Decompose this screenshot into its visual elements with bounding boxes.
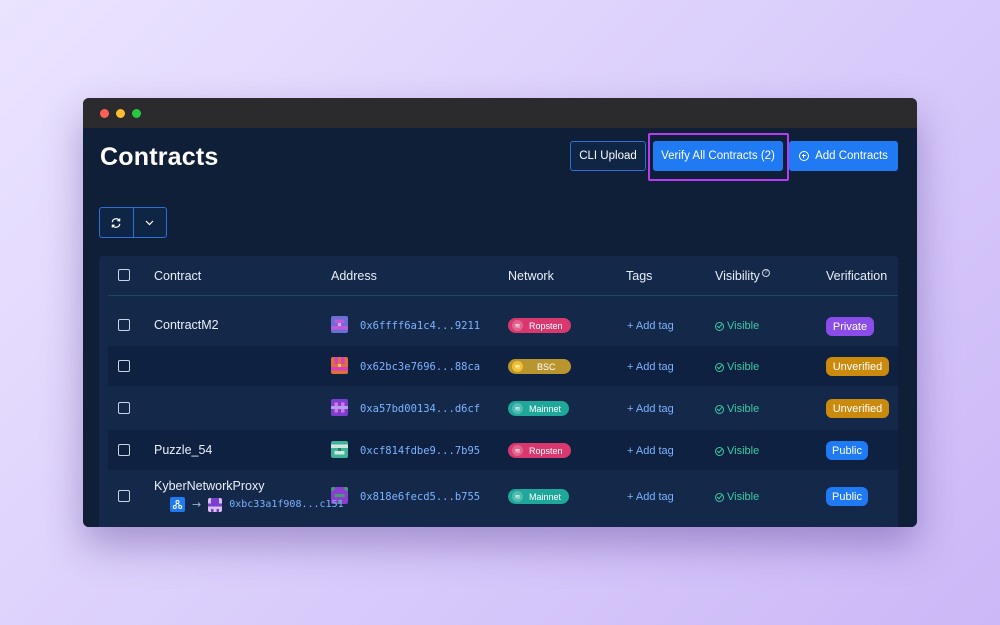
refresh-icon	[111, 217, 121, 228]
row-checkbox[interactable]	[118, 319, 130, 331]
proxy-address-avatar	[208, 497, 223, 512]
row-checkbox[interactable]	[118, 490, 130, 502]
visibility-status: Visible	[715, 445, 759, 457]
verification-badge: Private	[826, 317, 874, 336]
check-circle-icon	[715, 492, 724, 502]
visibility-status: Visible	[715, 320, 759, 332]
address-avatar	[331, 441, 348, 458]
header-verification: Verification	[826, 269, 888, 283]
network-badge: ≋ Mainnet	[508, 401, 570, 416]
maximize-window-button[interactable]	[132, 108, 141, 118]
minimize-window-button[interactable]	[116, 108, 125, 118]
verification-badge: Unverified	[826, 399, 889, 418]
address-avatar	[331, 357, 348, 374]
header-tags: Tags	[626, 269, 653, 283]
header-address: Address	[331, 269, 377, 283]
contract-address[interactable]: 0xcf814fdbe9...7b95	[360, 445, 480, 457]
contract-name[interactable]: Puzzle_54	[154, 443, 212, 457]
add-tag-link[interactable]: + Add tag	[627, 445, 674, 457]
row-checkbox[interactable]	[118, 444, 130, 456]
proxy-implementation: → 0xbc33a1f908...c151	[170, 497, 344, 512]
table-row[interactable]: 0x62bc3e7696...88ca ≋ BSC + Add tag Visib…	[108, 346, 898, 386]
contract-address[interactable]: 0x818e6fecd5...b755	[360, 491, 480, 503]
add-contracts-label: Add Contracts	[815, 150, 888, 162]
network-icon: ≋	[512, 320, 523, 331]
network-badge: ≋ BSC	[508, 359, 571, 374]
proxy-address[interactable]: 0xbc33a1f908...c151	[229, 499, 343, 510]
close-window-button[interactable]	[100, 108, 109, 118]
add-tag-link[interactable]: + Add tag	[627, 320, 674, 332]
add-tag-link[interactable]: + Add tag	[627, 361, 674, 373]
contract-address[interactable]: 0xa57bd00134...d6cf	[360, 403, 480, 415]
address-avatar	[331, 399, 348, 416]
add-tag-link[interactable]: + Add tag	[627, 491, 674, 503]
header-visibility: Visibility?	[715, 269, 770, 283]
chevron-down-icon	[145, 220, 154, 225]
table-row[interactable]: KyberNetworkProxy 0x818e6fecd5...b755 ≋ M…	[108, 470, 898, 527]
page-title: Contracts	[100, 143, 219, 171]
title-bar	[83, 98, 917, 128]
verify-all-contracts-button[interactable]: Verify All Contracts (2)	[653, 141, 783, 171]
table-row[interactable]: 0xa57bd00134...d6cf ≋ Mainnet + Add tag V…	[108, 386, 898, 430]
visibility-status: Visible	[715, 403, 759, 415]
check-circle-icon	[715, 446, 724, 456]
check-circle-icon	[715, 362, 724, 372]
contracts-table: Contract Address Network Tags Visibility…	[99, 256, 898, 527]
network-badge: ≋ Ropsten	[508, 318, 571, 333]
verification-badge: Unverified	[826, 357, 889, 376]
contract-address[interactable]: 0x62bc3e7696...88ca	[360, 361, 480, 373]
add-contracts-button[interactable]: Add Contracts	[789, 141, 898, 171]
proxy-icon	[170, 497, 185, 512]
visibility-status: Visible	[715, 491, 759, 503]
cli-upload-button[interactable]: CLI Upload	[570, 141, 646, 171]
row-checkbox[interactable]	[118, 360, 130, 372]
refresh-options-dropdown[interactable]	[134, 208, 167, 237]
table-header: Contract Address Network Tags Visibility…	[108, 256, 898, 296]
select-all-checkbox[interactable]	[118, 269, 130, 281]
header-contract: Contract	[154, 269, 202, 283]
network-icon: ≋	[512, 361, 523, 372]
contract-name[interactable]: KyberNetworkProxy	[154, 479, 264, 493]
row-checkbox[interactable]	[118, 402, 130, 414]
arrow-right-icon: →	[192, 498, 202, 511]
info-icon: ?	[761, 269, 770, 277]
table-row[interactable]: Puzzle_54 0xcf814fdbe9...7b95 ≋ Ropsten +…	[108, 430, 898, 470]
verification-badge: Public	[826, 487, 868, 506]
address-avatar	[331, 316, 348, 333]
contract-address[interactable]: 0x6ffff6a1c4...9211	[360, 320, 480, 332]
add-circle-icon	[799, 151, 810, 161]
verification-badge: Public	[826, 441, 868, 460]
refresh-button[interactable]	[100, 208, 134, 237]
table-row[interactable]: ContractM2 0x6ffff6a1c4...9211 ≋ Ropsten …	[108, 303, 898, 346]
header-network: Network	[508, 269, 554, 283]
network-badge: ≋ Mainnet	[508, 489, 570, 504]
check-circle-icon	[715, 404, 724, 414]
visibility-status: Visible	[715, 361, 759, 373]
add-tag-link[interactable]: + Add tag	[627, 403, 674, 415]
check-circle-icon	[715, 321, 724, 331]
main-content: Contracts CLI Upload Verify All Contract…	[83, 128, 917, 527]
contract-name[interactable]: ContractM2	[154, 318, 219, 332]
network-icon: ≋	[512, 403, 523, 414]
refresh-button-group	[99, 207, 167, 238]
network-icon: ≋	[512, 445, 523, 456]
network-icon: ≋	[512, 491, 523, 502]
network-badge: ≋ Ropsten	[508, 443, 571, 458]
app-window: Contracts CLI Upload Verify All Contract…	[83, 98, 917, 527]
